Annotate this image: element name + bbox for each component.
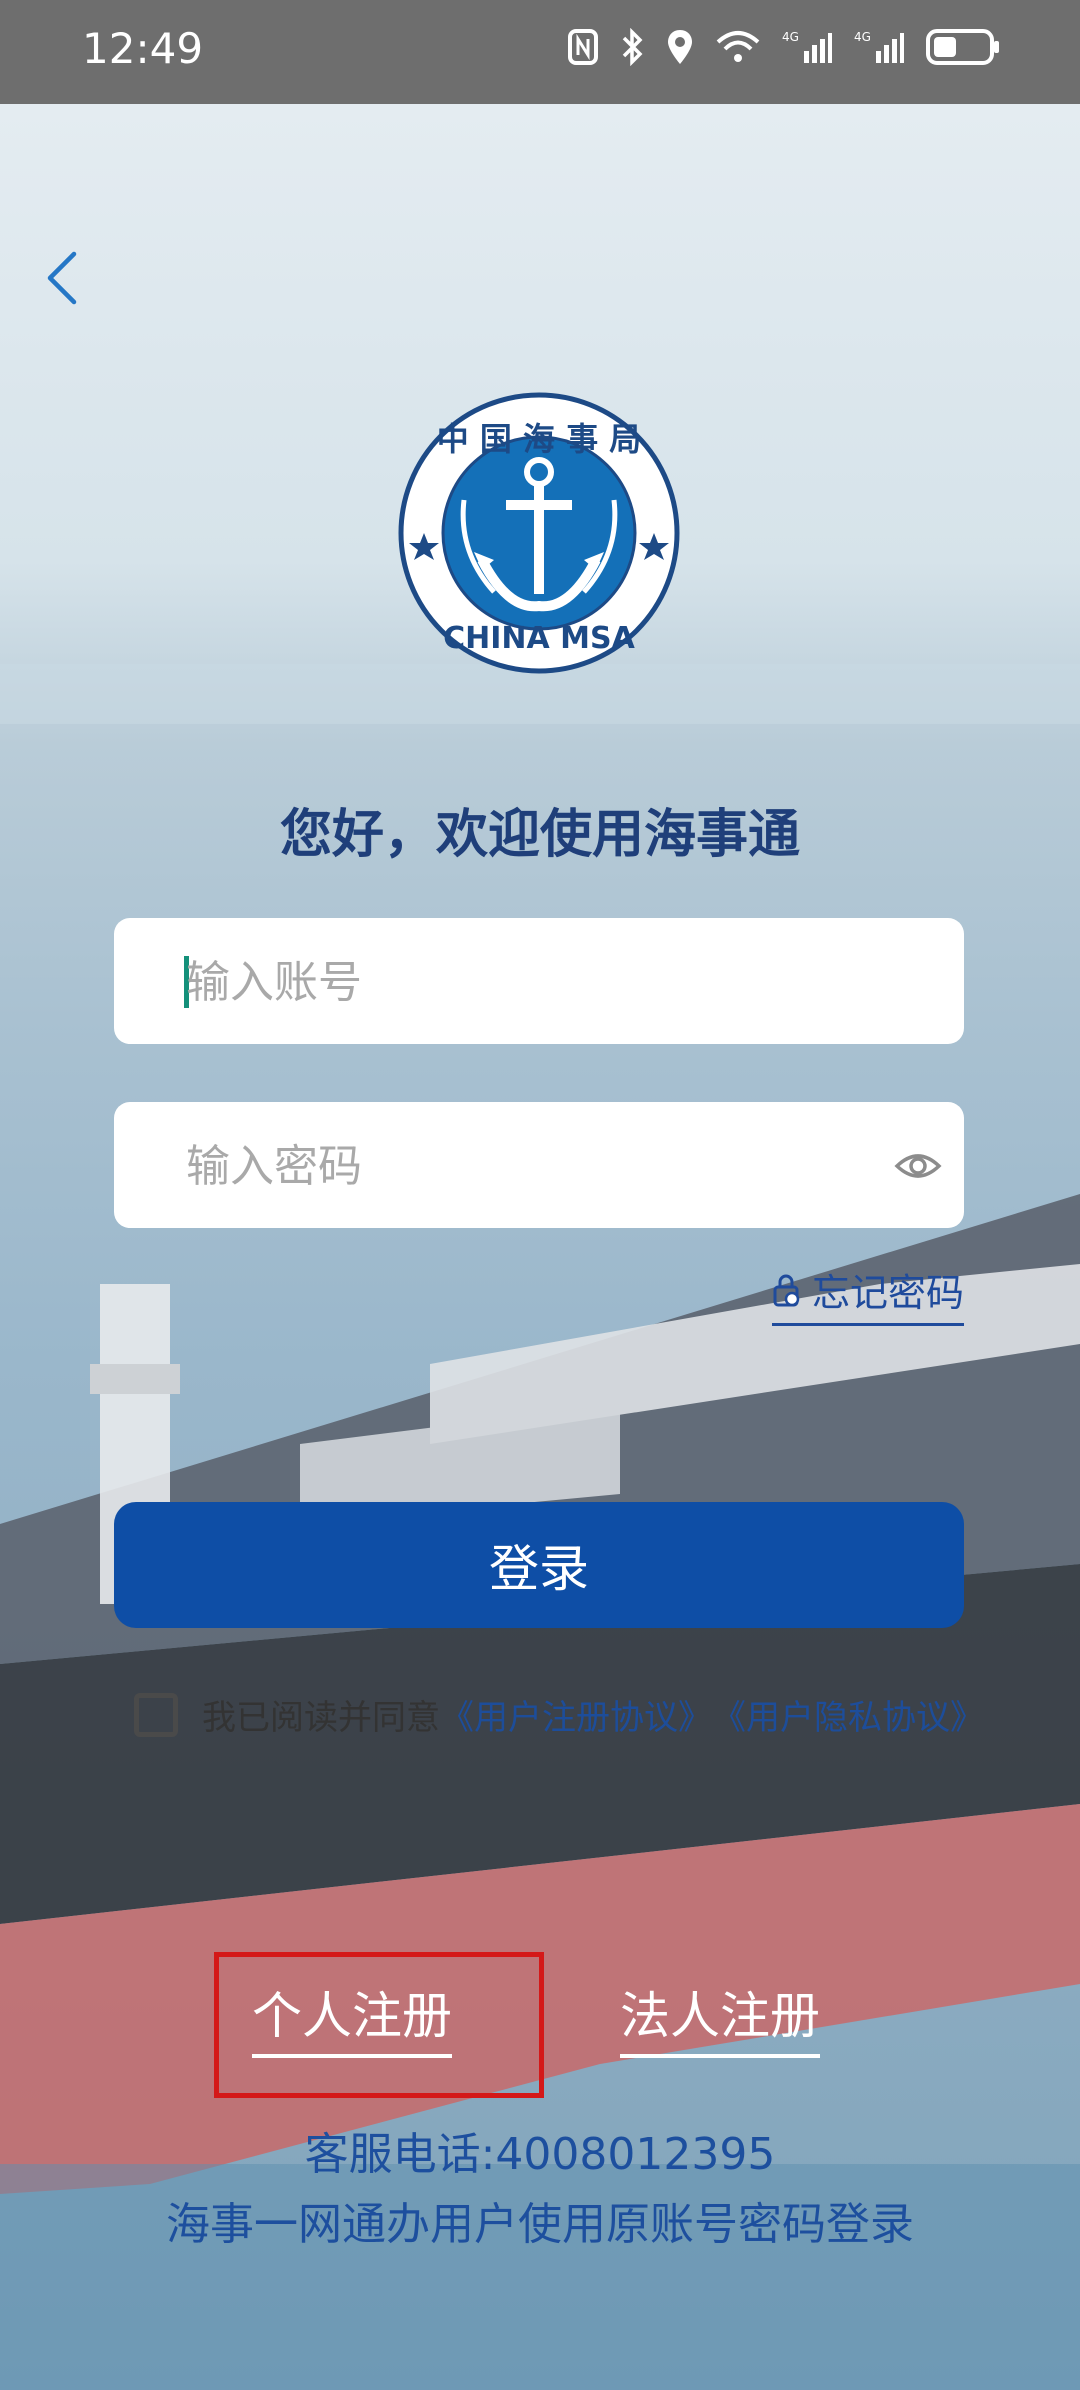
- personal-register-link[interactable]: 个人注册: [252, 1976, 452, 2058]
- password-input[interactable]: [184, 1102, 868, 1230]
- forgot-password-link[interactable]: 忘记密码: [771, 1262, 964, 1326]
- user-registration-agreement-link[interactable]: 《用户注册协议》: [440, 1690, 712, 1739]
- china-msa-logo: 中 国 海 事 局 CHINA MSA: [398, 392, 680, 674]
- corporate-register-link[interactable]: 法人注册: [620, 1976, 820, 2058]
- svg-text:中 国 海 事 局: 中 国 海 事 局: [437, 420, 642, 458]
- agreement-prefix: 我已阅读并同意: [202, 1698, 440, 1738]
- welcome-heading: 您好，欢迎使用海事通: [279, 805, 800, 865]
- legacy-login-note: 海事一网通办用户使用原账号密码登录: [166, 2199, 914, 2250]
- status-bar: 12:49 4G 4G: [0, 0, 1080, 104]
- signal-4g-2-icon: 4G: [854, 30, 904, 63]
- nfc-icon: [568, 29, 598, 65]
- location-icon: [668, 30, 692, 64]
- login-button[interactable]: 登录: [114, 1502, 964, 1628]
- agreement-row: 我已阅读并同意 《用户注册协议》 《用户隐私协议》: [134, 1690, 984, 1739]
- agreement-checkbox[interactable]: [134, 1692, 178, 1737]
- svg-text:4G: 4G: [854, 30, 871, 44]
- forgot-password-label: 忘记密码: [811, 1271, 964, 1315]
- wifi-icon: [716, 31, 760, 62]
- lock-icon: [773, 1274, 800, 1306]
- back-chevron-icon[interactable]: [36, 248, 96, 308]
- password-field[interactable]: [114, 1102, 964, 1230]
- customer-service-phone[interactable]: 客服电话:4008012395: [0, 2118, 1080, 2182]
- bluetooth-icon: [622, 28, 643, 66]
- eye-icon[interactable]: [894, 1142, 942, 1190]
- battery-icon: [926, 29, 999, 65]
- account-field[interactable]: [114, 918, 964, 1046]
- account-input[interactable]: [184, 918, 868, 1046]
- svg-text:4G: 4G: [782, 30, 799, 44]
- svg-text:CHINA MSA: CHINA MSA: [443, 621, 636, 656]
- status-time: 12:49: [82, 24, 204, 73]
- user-privacy-agreement-link[interactable]: 《用户隐私协议》: [712, 1690, 984, 1739]
- signal-4g-1-icon: 4G: [782, 30, 832, 63]
